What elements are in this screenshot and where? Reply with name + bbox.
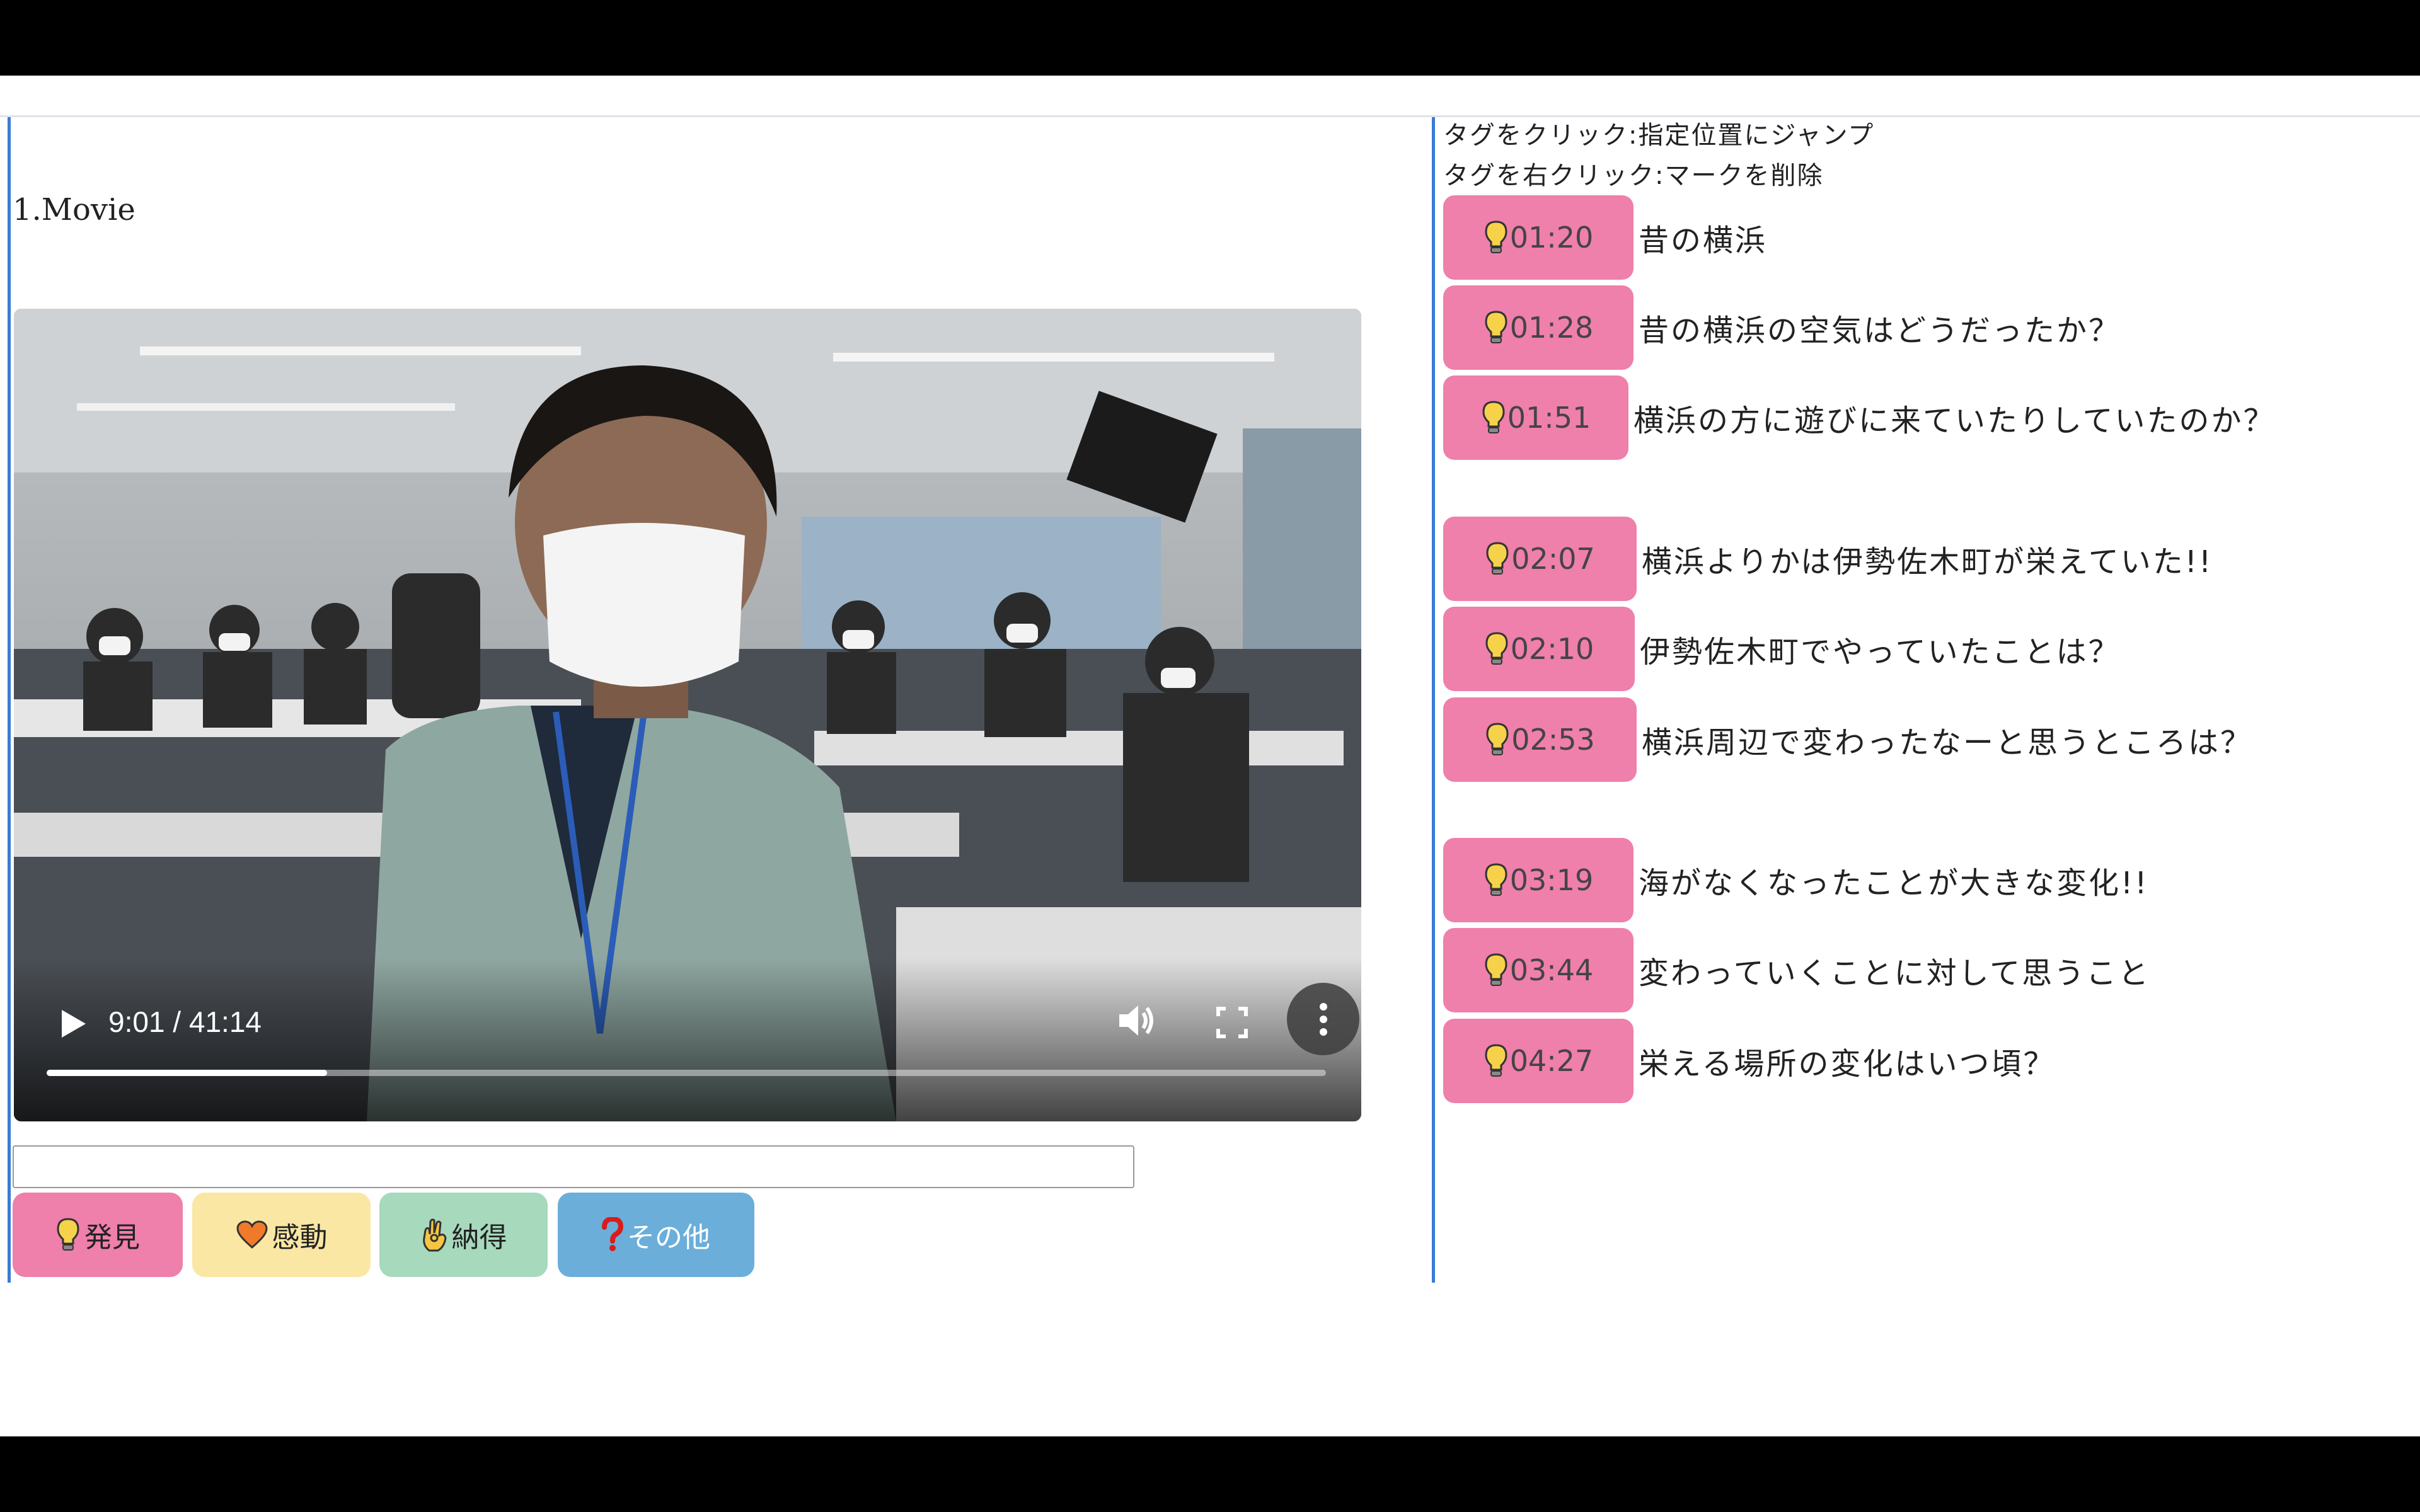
tag-text: 変わっていくことに対して思うこと xyxy=(1639,956,2151,991)
convinced-label: 納得 xyxy=(451,1222,507,1254)
video-player[interactable]: 9:01 / 41:14 xyxy=(14,309,1361,1121)
tag-time: 01:51 xyxy=(1507,401,1591,435)
fullscreen-icon xyxy=(1216,1007,1248,1038)
more-options-button[interactable] xyxy=(1287,983,1359,1055)
volume-button[interactable] xyxy=(1110,995,1161,1046)
moved-label: 感動 xyxy=(272,1222,328,1254)
progress-bar[interactable] xyxy=(47,1070,1326,1076)
tag-row: 02:10 伊勢佐木町でやっていたことは？ xyxy=(1443,607,2121,691)
right-click-hint: タグを右クリック:マークを削除 xyxy=(1443,161,1824,190)
left-panel-border xyxy=(8,117,11,1283)
tag-time: 03:44 xyxy=(1509,953,1594,987)
tag-text: 昔の横浜の空気はどうだったか？ xyxy=(1639,313,2121,348)
tag-chip-01-51[interactable]: 01:51 xyxy=(1443,375,1628,460)
tag-text: 昔の横浜 xyxy=(1639,223,1768,258)
tag-time: 02:10 xyxy=(1510,632,1594,666)
more-vertical-icon xyxy=(1319,1002,1327,1036)
lightbulb-icon xyxy=(1485,953,1507,986)
moved-button[interactable]: 感動 xyxy=(192,1193,371,1277)
tag-row: 03:44 変わっていくことに対して思うこと xyxy=(1443,928,2150,1012)
section-title: 1.Movie xyxy=(13,192,135,227)
tag-row: 04:27 栄える場所の変化はいつ頃？ xyxy=(1443,1019,2056,1103)
click-hint: タグをクリック:指定位置にジャンプ xyxy=(1443,121,1875,150)
tag-time: 01:28 xyxy=(1509,311,1594,345)
tag-text: 横浜よりかは伊勢佐木町が栄えていた!! xyxy=(1642,544,2213,580)
play-icon xyxy=(62,1010,86,1038)
tag-row: 01:20 昔の横浜 xyxy=(1443,195,1767,280)
tag-time: 03:19 xyxy=(1509,863,1594,897)
tag-chip-02-07[interactable]: 02:07 xyxy=(1443,517,1637,601)
tag-time: 01:20 xyxy=(1509,220,1594,255)
page-top-divider xyxy=(0,115,2420,117)
tag-chip-01-28[interactable]: 01:28 xyxy=(1443,285,1634,370)
lightbulb-icon xyxy=(1485,220,1507,253)
progress-fill xyxy=(47,1070,327,1076)
tag-chip-03-19[interactable]: 03:19 xyxy=(1443,838,1634,922)
tag-time: 02:07 xyxy=(1511,542,1595,576)
lightbulb-icon xyxy=(1486,542,1509,575)
tag-chip-03-44[interactable]: 03:44 xyxy=(1443,928,1634,1012)
tag-row: 02:53 横浜周辺で変わったなーと思うところは？ xyxy=(1443,697,2252,782)
volume-icon xyxy=(1119,1005,1153,1036)
fullscreen-button[interactable] xyxy=(1207,997,1257,1048)
tag-row: 01:51 横浜の方に遊びに来ていたりしていたのか？ xyxy=(1443,375,2276,460)
question-icon xyxy=(602,1217,623,1251)
panel-divider xyxy=(1432,117,1435,1283)
lightbulb-icon xyxy=(1482,401,1505,433)
tag-row: 03:19 海がなくなったことが大きな変化!! xyxy=(1443,838,2149,922)
convinced-button[interactable]: 納得 xyxy=(379,1193,548,1277)
heart-icon xyxy=(236,1220,268,1249)
tag-text: 横浜周辺で変わったなーと思うところは？ xyxy=(1642,725,2253,760)
lightbulb-icon xyxy=(1485,1044,1507,1077)
discovery-label: 発見 xyxy=(84,1222,140,1254)
tag-chip-02-10[interactable]: 02:10 xyxy=(1443,607,1635,691)
tag-text: 海がなくなったことが大きな変化!! xyxy=(1639,866,2149,901)
note-input[interactable] xyxy=(13,1145,1134,1188)
tag-text: 伊勢佐木町でやっていたことは？ xyxy=(1640,634,2121,670)
lightbulb-icon xyxy=(1485,632,1508,665)
tag-chip-04-27[interactable]: 04:27 xyxy=(1443,1019,1634,1103)
other-label: その他 xyxy=(627,1222,710,1254)
tag-chip-01-20[interactable]: 01:20 xyxy=(1443,195,1634,280)
discovery-button[interactable]: 発見 xyxy=(13,1193,183,1277)
tag-row: 01:28 昔の横浜の空気はどうだったか？ xyxy=(1443,285,2121,370)
time-display: 9:01 / 41:14 xyxy=(108,1005,262,1038)
lightbulb-icon xyxy=(1485,311,1507,343)
tag-row: 02:07 横浜よりかは伊勢佐木町が栄えていた!! xyxy=(1443,517,2213,601)
lightbulb-icon xyxy=(1486,723,1509,755)
letterbox-top xyxy=(0,0,2420,76)
tag-time: 04:27 xyxy=(1509,1044,1594,1078)
play-button[interactable] xyxy=(52,1002,96,1046)
lightbulb-icon xyxy=(1485,863,1507,896)
ok-hand-icon xyxy=(422,1218,447,1252)
tag-time: 02:53 xyxy=(1511,723,1595,757)
tag-text: 横浜の方に遊びに来ていたりしていたのか？ xyxy=(1634,403,2276,438)
letterbox-bottom xyxy=(0,1436,2420,1512)
tag-chip-02-53[interactable]: 02:53 xyxy=(1443,697,1637,782)
other-button[interactable]: その他 xyxy=(558,1193,754,1277)
lightbulb-icon xyxy=(57,1218,79,1251)
tag-text: 栄える場所の変化はいつ頃？ xyxy=(1639,1046,2056,1082)
